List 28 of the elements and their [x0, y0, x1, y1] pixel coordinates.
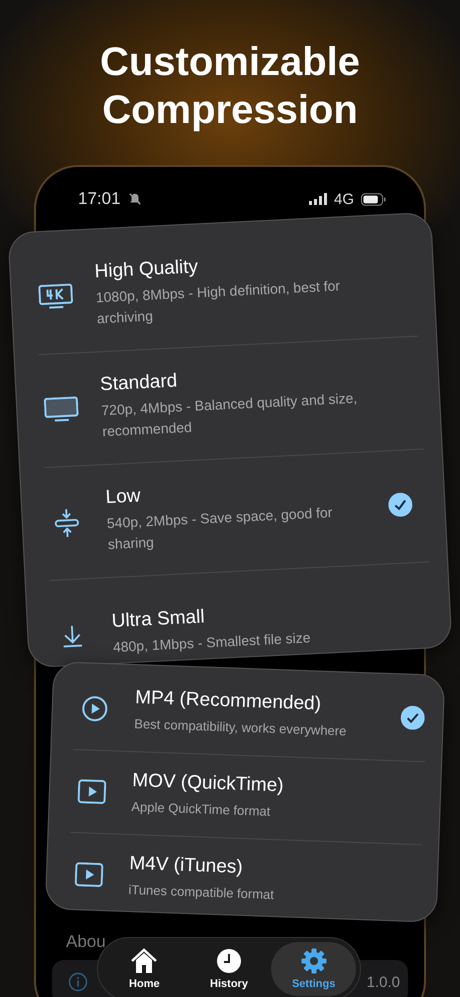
- info-icon: [68, 972, 88, 992]
- muted-bell-icon: [128, 192, 142, 206]
- compress-icon: [53, 507, 81, 539]
- tab[interactable]: Settings: [271, 942, 356, 996]
- option-title: High Quality: [94, 255, 200, 284]
- format-description: Apple QuickTime format: [131, 798, 272, 820]
- clock-icon: [216, 948, 242, 974]
- home-icon: [130, 948, 158, 974]
- section-heading: Abou: [66, 932, 106, 952]
- tab[interactable]: History: [186, 942, 272, 996]
- format-title: MP4 (Recommended): [134, 686, 322, 716]
- download-icon: [60, 623, 84, 648]
- play-rectangle-icon: [78, 779, 106, 804]
- format-description: iTunes compatible format: [128, 880, 276, 904]
- monitor-icon: [44, 396, 79, 424]
- play-rectangle-icon: [74, 862, 104, 888]
- format-title: M4V (iTunes): [129, 852, 244, 880]
- format-title: MOV (QuickTime): [132, 770, 285, 798]
- 4k-monitor-icon: [38, 284, 74, 312]
- format-description: Best compatibility, works everywhere: [134, 714, 348, 740]
- battery-icon: [361, 192, 386, 206]
- play-circle-icon: [81, 695, 108, 722]
- row-value: 1.0.0: [366, 974, 400, 990]
- network-label: 4G: [334, 190, 354, 208]
- signal-icon: [308, 193, 327, 205]
- status-time: 17:01: [78, 189, 121, 209]
- settings-icon: [300, 948, 327, 974]
- headline: Customizable Compression: [98, 39, 362, 134]
